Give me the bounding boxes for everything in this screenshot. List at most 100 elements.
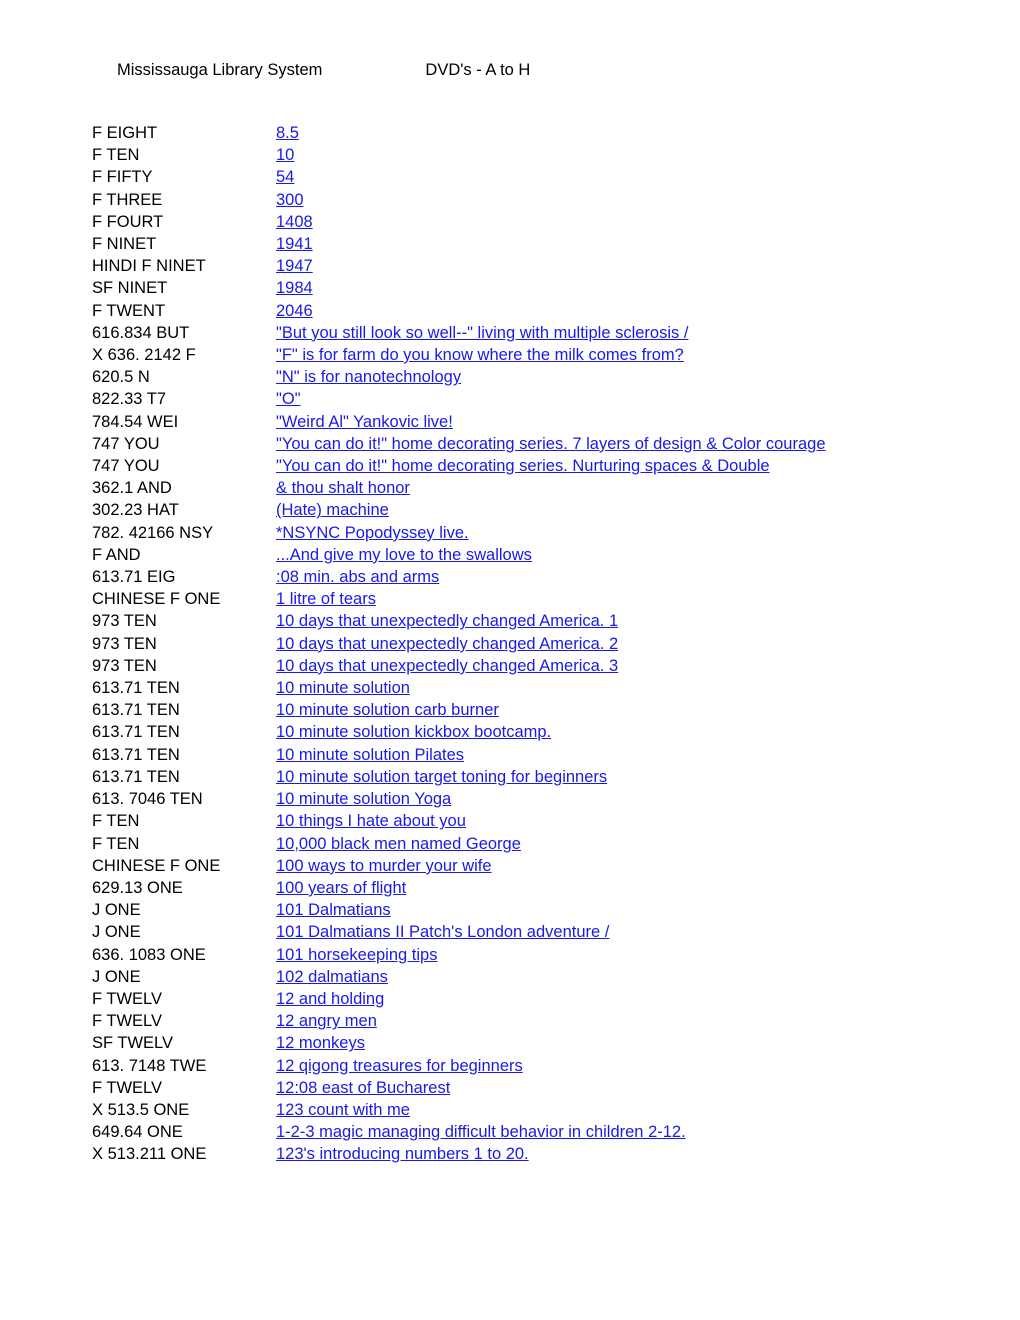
catalog-row: 613.71 TEN 10 minute solution Pilates: [92, 744, 932, 766]
call-number: 613. 7148 TWE: [92, 1056, 207, 1075]
title-link[interactable]: ...And give my love to the swallows: [276, 546, 532, 564]
title-cell: 1408: [276, 211, 832, 233]
catalog-row: 616.834 BUT "But you still look so well--…: [92, 322, 932, 344]
title-link[interactable]: "N" is for nanotechnology: [276, 368, 461, 386]
title-link[interactable]: :08 min. abs and arms: [276, 568, 439, 586]
title-link[interactable]: 10,000 black men named George: [276, 835, 521, 853]
title-link[interactable]: *NSYNC Popodyssey live.: [276, 524, 469, 542]
catalog-row: CHINESE F ONE 100 ways to murder your wif…: [92, 855, 932, 877]
title-cell: "F" is for farm do you know where the mi…: [276, 344, 832, 366]
title-link[interactable]: 10 minute solution Yoga: [276, 790, 451, 808]
title-link[interactable]: 1941: [276, 235, 313, 253]
title-link[interactable]: 10 minute solution kickbox bootcamp.: [276, 723, 551, 741]
catalog-row: 362.1 AND & thou shalt honor: [92, 477, 932, 499]
title-cell: 123 count with me: [276, 1099, 832, 1121]
title-link[interactable]: 12:08 east of Bucharest: [276, 1079, 450, 1097]
title-link[interactable]: & thou shalt honor: [276, 479, 410, 497]
title-cell: 10 things I hate about you: [276, 810, 832, 832]
call-number: 613.71 TEN: [92, 701, 180, 720]
title-cell: 10 days that unexpectedly changed Americ…: [276, 655, 832, 677]
title-cell: (Hate) machine: [276, 499, 832, 521]
title-link[interactable]: "But you still look so well--" living wi…: [276, 324, 688, 342]
title-link[interactable]: 10 days that unexpectedly changed Americ…: [276, 612, 618, 630]
catalog-row: 613. 7046 TEN 10 minute solution Yoga: [92, 788, 932, 810]
title-link[interactable]: 10 minute solution target toning for beg…: [276, 768, 607, 786]
title-cell: 101 Dalmatians: [276, 899, 832, 921]
catalog-row: F AND ...And give my love to the swallows: [92, 544, 932, 566]
call-number: F FOURT: [92, 212, 164, 231]
title-link[interactable]: "O": [276, 390, 301, 408]
title-link[interactable]: 101 Dalmatians II Patch's London adventu…: [276, 923, 609, 941]
title-link[interactable]: 101 horsekeeping tips: [276, 946, 437, 964]
title-cell: 12 angry men: [276, 1010, 832, 1032]
title-link[interactable]: 10 days that unexpectedly changed Americ…: [276, 635, 618, 653]
call-number: J ONE: [92, 967, 141, 986]
title-link[interactable]: "Weird Al" Yankovic live!: [276, 413, 453, 431]
title-cell: 12 and holding: [276, 988, 832, 1010]
title-link[interactable]: 1 litre of tears: [276, 590, 376, 608]
title-link[interactable]: 123's introducing numbers 1 to 20.: [276, 1145, 529, 1163]
title-link[interactable]: (Hate) machine: [276, 501, 389, 519]
title-link[interactable]: 2046: [276, 302, 313, 320]
call-number: 629.13 ONE: [92, 878, 183, 897]
title-link[interactable]: 10 days that unexpectedly changed Americ…: [276, 657, 618, 675]
title-link[interactable]: 12 qigong treasures for beginners: [276, 1057, 523, 1075]
call-number: F TWELV: [92, 1078, 162, 1097]
call-number: SF NINET: [92, 279, 168, 298]
catalog-row: F TWELV 12 and holding: [92, 988, 932, 1010]
title-cell: 1984: [276, 277, 832, 299]
catalog-row: 613.71 TEN 10 minute solution carb burner: [92, 699, 932, 721]
title-link[interactable]: 12 and holding: [276, 990, 384, 1008]
title-link[interactable]: 123 count with me: [276, 1101, 410, 1119]
title-link[interactable]: 1984: [276, 279, 313, 297]
title-cell: 12 qigong treasures for beginners: [276, 1055, 832, 1077]
title-cell: "Weird Al" Yankovic live!: [276, 411, 832, 433]
title-link[interactable]: 10 minute solution carb burner: [276, 701, 499, 719]
title-cell: 2046: [276, 300, 832, 322]
title-cell: 10 minute solution kickbox bootcamp.: [276, 721, 832, 743]
catalog-row: SF NINET 1984: [92, 277, 932, 299]
title-link[interactable]: "You can do it!" home decorating series.…: [276, 457, 770, 475]
call-number: X 513.5 ONE: [92, 1100, 190, 1119]
title-link[interactable]: 54: [276, 168, 294, 186]
title-cell: 10 minute solution Pilates: [276, 744, 832, 766]
title-link[interactable]: "F" is for farm do you know where the mi…: [276, 346, 684, 364]
title-link[interactable]: 300: [276, 191, 304, 209]
title-link[interactable]: 12 angry men: [276, 1012, 377, 1030]
title-cell: 10 minute solution target toning for beg…: [276, 766, 832, 788]
catalog-row: 613.71 TEN 10 minute solution target toni…: [92, 766, 932, 788]
title-link[interactable]: 8.5: [276, 124, 299, 142]
title-link[interactable]: 10 minute solution: [276, 679, 410, 697]
catalog-row: 782. 42166 NSY *NSYNC Popodyssey live.: [92, 522, 932, 544]
title-link[interactable]: 10 minute solution Pilates: [276, 746, 464, 764]
call-number: SF TWELV: [92, 1034, 173, 1053]
title-link[interactable]: 102 dalmatians: [276, 968, 388, 986]
call-number: J ONE: [92, 901, 141, 920]
call-number: F EIGHT: [92, 124, 158, 142]
catalog-row: F EIGHT 8.5: [92, 122, 932, 144]
title-cell: 1941: [276, 233, 832, 255]
catalog-row: 613.71 EIG:08 min. abs and arms: [92, 566, 932, 588]
catalog-row: F TWELV 12 angry men: [92, 1010, 932, 1032]
title-link[interactable]: 1-2-3 magic managing difficult behavior …: [276, 1123, 686, 1141]
title-link[interactable]: 12 monkeys: [276, 1034, 365, 1052]
catalog-row: X 513.211 ONE 123's introducing numbers 1…: [92, 1143, 932, 1165]
title-link[interactable]: 100 years of flight: [276, 879, 406, 897]
title-cell: 12 monkeys: [276, 1032, 832, 1054]
catalog-row: J ONE 101 Dalmatians II Patch's London ad…: [92, 921, 932, 943]
catalog-row: 613. 7148 TWE 12 qigong treasures for beg…: [92, 1055, 932, 1077]
title-link[interactable]: 1408: [276, 213, 313, 231]
catalog-row: F FOURT 1408: [92, 211, 932, 233]
title-link[interactable]: 101 Dalmatians: [276, 901, 391, 919]
title-link[interactable]: 100 ways to murder your wife: [276, 857, 492, 875]
title-link[interactable]: 1947: [276, 257, 313, 275]
title-link[interactable]: "You can do it!" home decorating series.…: [276, 435, 826, 453]
title-cell: 8.5: [276, 122, 832, 144]
title-cell: 123's introducing numbers 1 to 20.: [276, 1143, 832, 1165]
title-link[interactable]: 10: [276, 146, 294, 164]
catalog-row: 302.23 HAT (Hate) machine: [92, 499, 932, 521]
call-number: 973 TEN: [92, 656, 157, 675]
title-cell: "O": [276, 388, 832, 410]
document-page: Mississauga Library System DVD's - A to H…: [0, 0, 1020, 1320]
title-link[interactable]: 10 things I hate about you: [276, 812, 466, 830]
